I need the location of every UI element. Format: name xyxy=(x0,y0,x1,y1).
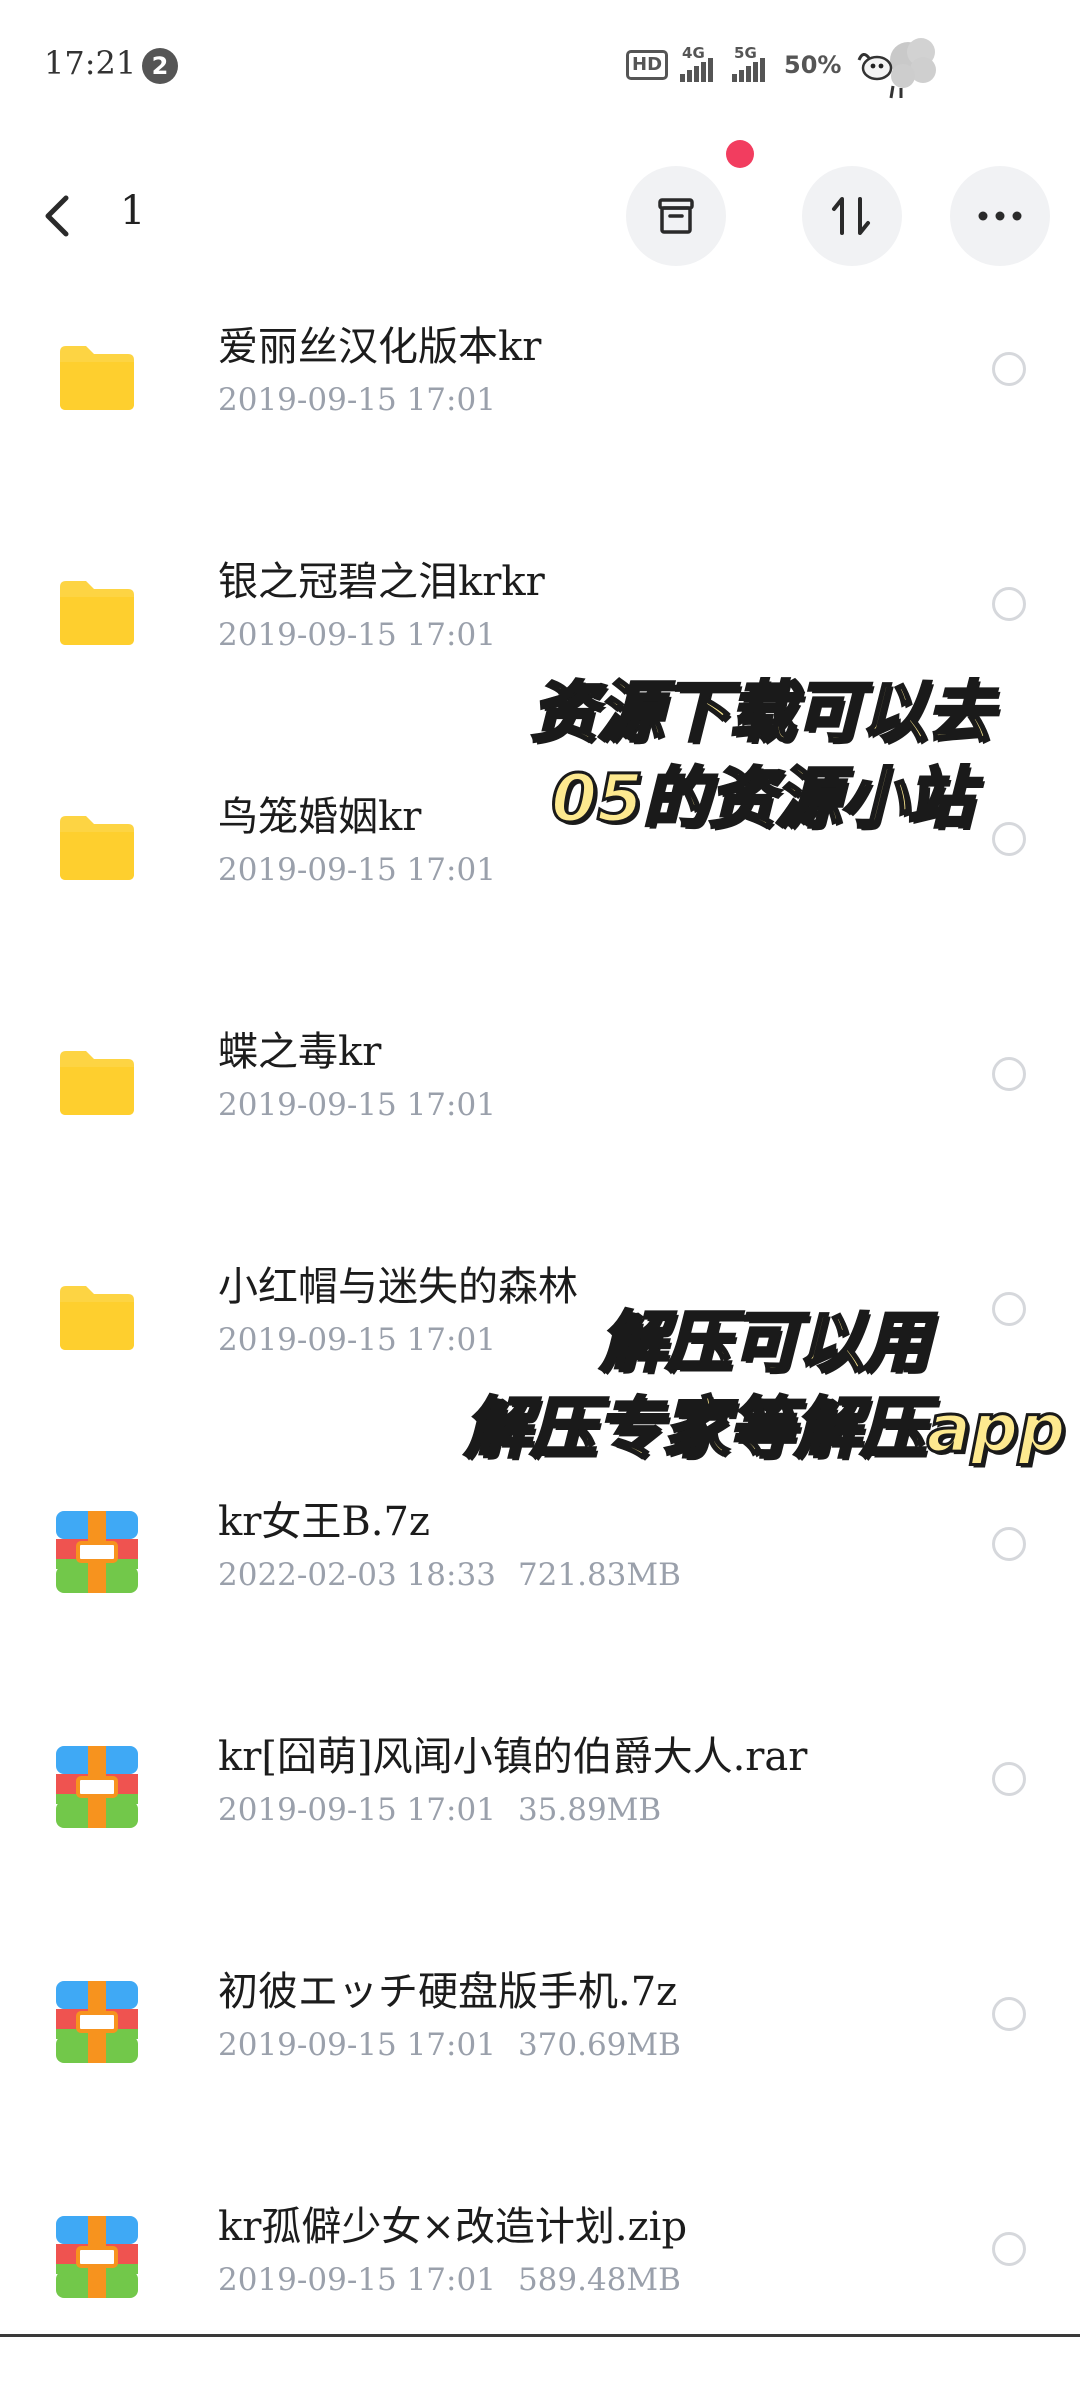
archive-box-icon xyxy=(658,198,694,234)
status-time: 17:21 xyxy=(44,44,137,82)
file-meta: 2019-09-15 17:01 xyxy=(218,1087,496,1123)
select-checkbox[interactable] xyxy=(992,1057,1026,1091)
archive-file-icon xyxy=(56,2216,138,2298)
sort-icon xyxy=(832,197,870,235)
file-size: 35.89MB xyxy=(517,1792,662,1828)
file-meta: 2019-09-15 17:01 589.48MB xyxy=(218,2262,681,2298)
folder-icon xyxy=(60,1286,134,1350)
file-meta: 2019-09-15 17:01 xyxy=(218,617,496,653)
page-title: 1 xyxy=(120,188,146,234)
select-checkbox[interactable] xyxy=(992,1997,1026,2031)
folder-icon xyxy=(60,1051,134,1115)
status-indicators: HD 4G 5G 50% xyxy=(626,38,943,99)
file-size: 370.69MB xyxy=(517,2027,681,2063)
list-item[interactable]: kr孤僻少女×改造计划.zip 2019-09-15 17:01 589.48MB xyxy=(0,2170,1080,2405)
sheep-mascot-icon xyxy=(853,30,943,100)
more-horizontal-icon xyxy=(978,211,1022,221)
caption-line: 解压专家等解压app xyxy=(463,1389,1067,1469)
signal-4g-icon: 4G xyxy=(680,44,720,82)
file-name: kr女王B.7z xyxy=(218,1499,430,1545)
file-meta: 2019-09-15 17:01 370.69MB xyxy=(218,2027,681,2063)
battery-level: 50% xyxy=(784,51,842,79)
overlay-caption-download: 资源下载可以去 05的资源小站 xyxy=(512,670,1012,842)
caption-line: 解压可以用 xyxy=(599,1303,932,1383)
archive-file-icon xyxy=(56,1746,138,1828)
select-checkbox[interactable] xyxy=(992,587,1026,621)
caption-line: 05的资源小站 xyxy=(550,759,975,839)
select-checkbox[interactable] xyxy=(992,2232,1026,2266)
folder-icon xyxy=(60,346,134,410)
file-size: 589.48MB xyxy=(517,2262,681,2298)
hd-icon: HD xyxy=(626,50,669,80)
top-nav-bar: 1 xyxy=(0,160,1080,270)
file-meta: 2022-02-03 18:33 721.83MB xyxy=(218,1557,681,1593)
list-item[interactable]: kr[囧萌]风闻小镇的伯爵大人.rar 2019-09-15 17:01 35.8… xyxy=(0,1700,1080,1935)
caption-line: 资源下载可以去 xyxy=(530,673,995,753)
signal-5g-icon: 5G xyxy=(732,44,772,82)
more-options-button[interactable] xyxy=(950,166,1050,266)
status-bar: 17:21 2 HD 4G 5G 50% xyxy=(0,0,1080,130)
file-date: 2019-09-15 17:01 xyxy=(218,2262,496,2298)
file-meta: 2019-09-15 17:01 35.89MB xyxy=(218,1792,661,1828)
file-name: 鸟笼婚姻kr xyxy=(218,794,422,840)
select-checkbox[interactable] xyxy=(992,1527,1026,1561)
list-item[interactable]: 初彼エッチ硬盘版手机.7z 2019-09-15 17:01 370.69MB xyxy=(0,1935,1080,2170)
list-item[interactable]: 爱丽丝汉化版本kr 2019-09-15 17:01 xyxy=(0,290,1080,525)
file-date: 2019-09-15 17:01 xyxy=(218,2027,496,2063)
file-date: 2019-09-15 17:01 xyxy=(218,1087,496,1123)
overlay-caption-unzip: 解压可以用 解压专家等解压app xyxy=(460,1300,1070,1472)
select-checkbox[interactable] xyxy=(992,1762,1026,1796)
file-size: 721.83MB xyxy=(517,1557,681,1593)
file-date: 2019-09-15 17:01 xyxy=(218,617,496,653)
file-date: 2022-02-03 18:33 xyxy=(218,1557,496,1593)
bottom-divider xyxy=(0,2334,1080,2337)
notification-count-badge: 2 xyxy=(142,48,178,84)
file-name: 爱丽丝汉化版本kr xyxy=(218,324,542,370)
archive-box-button[interactable] xyxy=(626,166,726,266)
file-name: 银之冠碧之泪krkr xyxy=(218,559,545,605)
back-button[interactable] xyxy=(36,186,80,246)
file-meta: 2019-09-15 17:01 xyxy=(218,1322,496,1358)
file-name: kr孤僻少女×改造计划.zip xyxy=(218,2204,688,2250)
file-date: 2019-09-15 17:01 xyxy=(218,1792,496,1828)
file-name: kr[囧萌]风闻小镇的伯爵大人.rar xyxy=(218,1734,808,1780)
list-item[interactable]: 蝶之毒kr 2019-09-15 17:01 xyxy=(0,995,1080,1230)
notification-dot xyxy=(726,140,754,168)
file-name: 初彼エッチ硬盘版手机.7z xyxy=(218,1969,678,2015)
file-date: 2019-09-15 17:01 xyxy=(218,852,496,888)
list-item[interactable]: kr女王B.7z 2022-02-03 18:33 721.83MB xyxy=(0,1465,1080,1700)
file-date: 2019-09-15 17:01 xyxy=(218,1322,496,1358)
sort-button[interactable] xyxy=(802,166,902,266)
file-date: 2019-09-15 17:01 xyxy=(218,382,496,418)
archive-file-icon xyxy=(56,1981,138,2063)
archive-file-icon xyxy=(56,1511,138,1593)
file-meta: 2019-09-15 17:01 xyxy=(218,852,496,888)
folder-icon xyxy=(60,816,134,880)
folder-icon xyxy=(60,581,134,645)
file-name: 蝶之毒kr xyxy=(218,1029,382,1075)
file-meta: 2019-09-15 17:01 xyxy=(218,382,496,418)
chevron-left-icon xyxy=(45,195,69,237)
select-checkbox[interactable] xyxy=(992,352,1026,386)
